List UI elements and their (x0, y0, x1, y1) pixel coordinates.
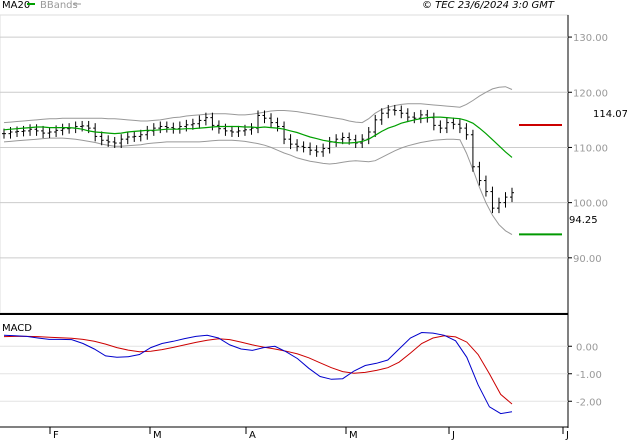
price-tick-label: 100.00 (573, 199, 608, 210)
macd-tick-label: -2.00 (576, 397, 602, 408)
price-panel-frame (0, 14, 569, 314)
resistance-label: 114.07 (593, 109, 627, 120)
month-tick-label: F (53, 430, 59, 440)
legend-ma20: MA20 (2, 0, 30, 11)
support-label: 94.25 (569, 215, 598, 226)
month-tick-label: A (249, 430, 256, 440)
macd-label: MACD (2, 323, 32, 334)
price-tick-label: 110.00 (573, 143, 608, 154)
month-tick-label: M (153, 430, 162, 440)
legend-bbands: BBands (40, 0, 78, 11)
price-tick-label: 120.00 (573, 88, 608, 99)
macd-tick-label: 0.00 (576, 342, 598, 353)
copyright-label: © TEC 23/6/2024 3:0 GMT (422, 0, 555, 11)
macd-tick-label: -1.00 (576, 370, 602, 381)
price-tick-label: 130.00 (573, 33, 608, 44)
month-tick-label: J (565, 430, 569, 440)
x-axis-ticks: FMAMJJ (49, 427, 569, 440)
price-tick-label: 90.00 (573, 254, 602, 265)
month-tick-label: M (349, 430, 358, 440)
chart-canvas: 130.00 120.00 110.00 100.00 90.00 0.00 -1.00 -2… (0, 0, 627, 440)
month-tick-label: J (451, 430, 455, 440)
